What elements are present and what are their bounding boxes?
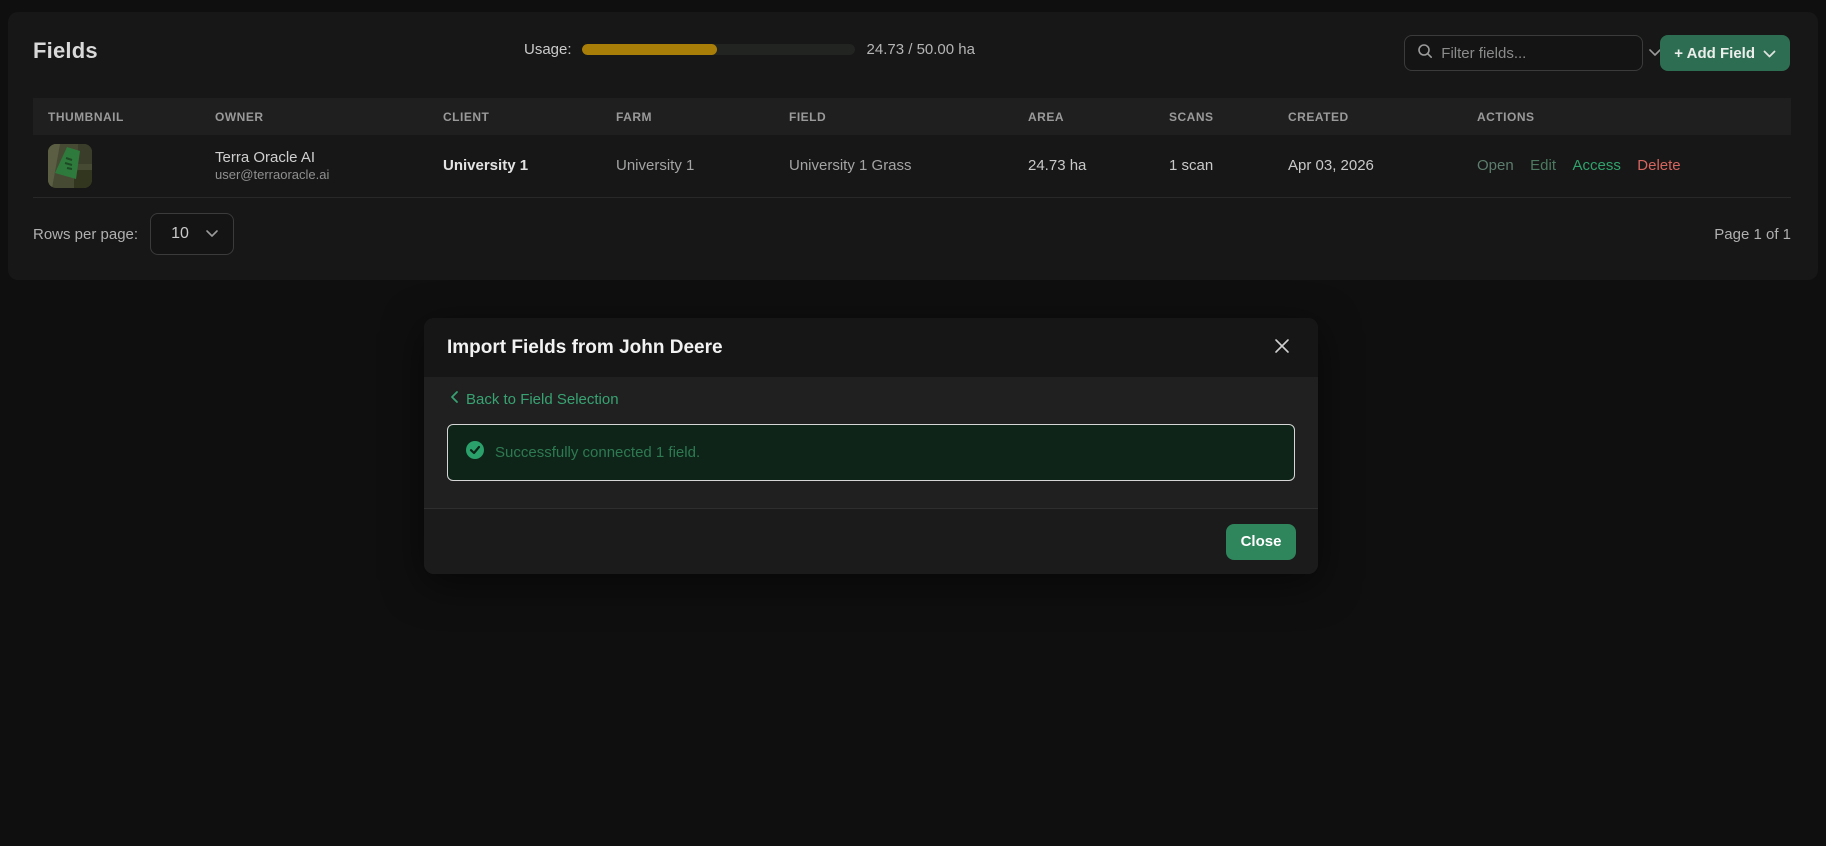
cell-area: 24.73 ha [1028, 157, 1087, 175]
col-header-scans: SCANS [1169, 109, 1214, 124]
back-link-label: Back to Field Selection [466, 390, 619, 408]
chevron-down-icon [205, 225, 219, 243]
toolbar: + Add Field [1404, 35, 1790, 71]
modal-footer: Close [424, 508, 1318, 574]
filter-fields-combobox[interactable] [1404, 35, 1662, 71]
usage-meter: Usage: 24.73 / 50.00 ha [524, 41, 975, 58]
chevron-left-icon [450, 390, 459, 408]
page-title: Fields [33, 38, 98, 63]
col-header-area: AREA [1028, 109, 1065, 124]
field-thumbnail[interactable] [48, 143, 92, 188]
table-pagination-bar: Rows per page: 10 Page 1 of 1 [33, 210, 1791, 258]
page-info: Page 1 of 1 [1714, 225, 1791, 243]
col-header-farm: FARM [616, 109, 652, 124]
success-banner: Successfully connected 1 field. [447, 424, 1295, 481]
col-header-owner: OWNER [215, 109, 264, 124]
edit-action-link[interactable]: Edit [1530, 157, 1556, 174]
usage-value: 24.73 / 50.00 ha [866, 41, 975, 58]
delete-action-link[interactable]: Delete [1637, 157, 1680, 174]
col-header-actions: ACTIONS [1477, 109, 1535, 124]
back-to-field-selection-link[interactable]: Back to Field Selection [424, 377, 645, 408]
chevron-down-icon [1763, 45, 1776, 62]
close-button[interactable]: Close [1226, 523, 1296, 560]
import-fields-modal: Import Fields from John Deere Back to Fi… [424, 318, 1318, 574]
cell-field: University 1 Grass [789, 157, 912, 175]
fields-card: Fields Usage: 24.73 / 50.00 ha + Add Fie… [8, 12, 1818, 280]
search-icon [1417, 43, 1433, 64]
success-message: Successfully connected 1 field. [495, 444, 701, 461]
owner-email: user@terraoracle.ai [215, 167, 330, 183]
col-header-field: FIELD [789, 109, 827, 124]
cell-farm: University 1 [616, 157, 695, 175]
open-action-link[interactable]: Open [1477, 157, 1514, 174]
rows-per-page-value: 10 [171, 225, 189, 242]
modal-header: Import Fields from John Deere [424, 318, 1318, 377]
col-header-client: CLIENT [443, 109, 490, 124]
cell-actions: Open Edit Access Delete [1462, 135, 1791, 197]
add-field-label: + Add Field [1674, 44, 1755, 62]
usage-progress-track [581, 44, 855, 55]
usage-label: Usage: [524, 41, 572, 58]
owner-name: Terra Oracle AI [215, 148, 316, 166]
modal-body: Back to Field Selection Successfully con… [424, 377, 1318, 508]
close-icon[interactable] [1272, 336, 1292, 359]
col-header-created: CREATED [1288, 109, 1349, 124]
table-row[interactable]: Terra Oracle AI user@terraoracle.ai Univ… [33, 135, 1791, 197]
add-field-button[interactable]: + Add Field [1660, 35, 1790, 71]
usage-progress-fill [581, 44, 717, 55]
filter-fields-input[interactable] [1441, 44, 1641, 62]
table-header-row: THUMBNAIL OWNER CLIENT FARM FIELD AREA S… [33, 98, 1791, 135]
fields-table: THUMBNAIL OWNER CLIENT FARM FIELD AREA S… [33, 98, 1791, 198]
cell-client: University 1 [443, 157, 529, 175]
col-header-thumbnail: THUMBNAIL [48, 109, 124, 124]
rows-per-page-label: Rows per page: [33, 225, 139, 243]
cell-scans: 1 scan [1169, 157, 1214, 175]
cell-created: Apr 03, 2026 [1288, 157, 1374, 175]
check-circle-icon [465, 440, 485, 465]
access-action-link[interactable]: Access [1572, 157, 1620, 174]
modal-title: Import Fields from John Deere [447, 336, 723, 358]
rows-per-page-select[interactable]: 10 [150, 213, 235, 255]
